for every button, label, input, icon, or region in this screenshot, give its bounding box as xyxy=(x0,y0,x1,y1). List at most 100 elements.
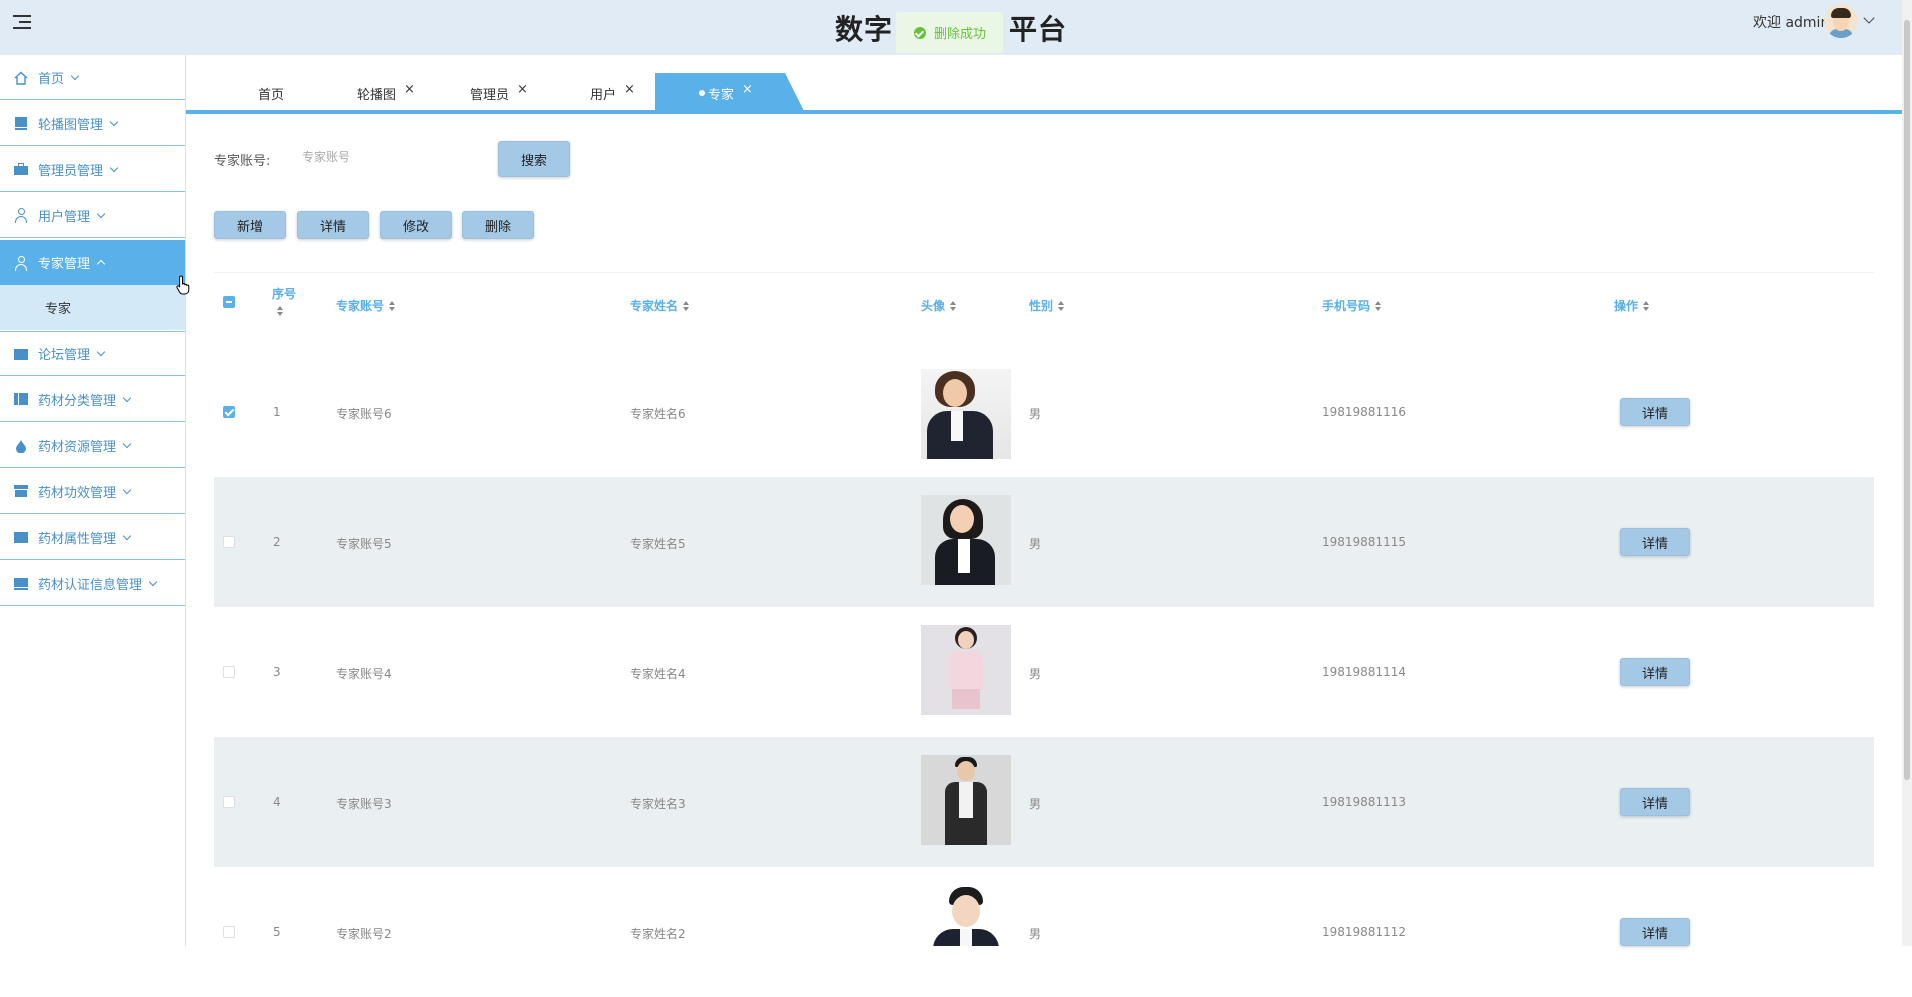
sidebar-item-label: 论坛管理 xyxy=(38,348,91,363)
folder-icon xyxy=(14,347,28,361)
sidebar-item-herb-efficacy[interactable]: 药材功效管理 xyxy=(0,469,185,514)
sort-icon[interactable] xyxy=(389,300,396,311)
monitor-icon xyxy=(14,576,28,590)
close-icon[interactable]: × xyxy=(624,82,635,97)
row-detail-button[interactable]: 详情 xyxy=(1620,918,1690,946)
chevron-down-icon xyxy=(122,439,132,448)
tab-home[interactable]: 首页 xyxy=(258,73,284,113)
chevron-down-icon xyxy=(96,209,106,218)
column-header-index[interactable]: 序号 xyxy=(272,285,296,316)
image-icon xyxy=(14,116,28,130)
close-icon[interactable]: × xyxy=(742,82,753,97)
search-label: 专家账号: xyxy=(214,154,271,169)
chevron-down-icon xyxy=(109,117,119,126)
hand-cursor-icon xyxy=(176,275,192,299)
row-detail-button[interactable]: 详情 xyxy=(1620,398,1690,426)
row-checkbox[interactable] xyxy=(223,666,235,678)
tab-user[interactable]: 用户 × xyxy=(590,73,635,113)
close-icon[interactable]: × xyxy=(517,82,528,97)
column-header-account[interactable]: 专家账号 xyxy=(336,297,396,314)
select-all-checkbox[interactable] xyxy=(223,296,235,308)
row-phone: 19819881113 xyxy=(1322,795,1406,809)
sidebar-subitem-expert[interactable]: 专家 xyxy=(0,285,185,330)
row-checkbox[interactable] xyxy=(223,796,235,808)
active-dot-icon xyxy=(699,90,705,96)
sort-icon[interactable] xyxy=(1643,300,1650,311)
chevron-down-icon xyxy=(70,71,80,80)
sort-icon[interactable] xyxy=(277,306,283,316)
row-index: 5 xyxy=(273,925,281,939)
sidebar-item-label: 专家管理 xyxy=(38,257,91,272)
column-label: 头像 xyxy=(921,299,946,313)
table-row[interactable]: 5 专家账号2 专家姓名2 男 19819881112 详情 xyxy=(214,867,1874,997)
sidebar-item-experts[interactable]: 专家管理 xyxy=(0,240,185,285)
sidebar-item-home[interactable]: 首页 xyxy=(0,55,185,100)
row-account: 专家账号5 xyxy=(336,537,392,551)
tab-label: 专家 xyxy=(708,87,735,103)
row-account: 专家账号3 xyxy=(336,797,392,811)
edit-button[interactable]: 修改 xyxy=(380,211,452,239)
row-gender: 男 xyxy=(1029,407,1042,421)
sort-icon[interactable] xyxy=(1375,300,1382,311)
column-header-gender[interactable]: 性别 xyxy=(1029,297,1065,314)
sort-icon[interactable] xyxy=(683,300,690,311)
row-detail-button[interactable]: 详情 xyxy=(1620,528,1690,556)
scrollbar-thumb[interactable] xyxy=(1904,20,1910,780)
row-detail-button[interactable]: 详情 xyxy=(1620,658,1690,686)
sidebar-item-herb-certification[interactable]: 药材认证信息管理 xyxy=(0,561,185,606)
search-button[interactable]: 搜索 xyxy=(498,141,570,177)
success-toast: 删除成功 xyxy=(896,12,1003,53)
row-name: 专家姓名3 xyxy=(630,797,686,811)
avatar[interactable] xyxy=(1824,4,1858,38)
expert-photo xyxy=(921,885,1011,946)
column-header-name[interactable]: 专家姓名 xyxy=(630,297,690,314)
sidebar-item-label: 首页 xyxy=(38,71,65,87)
chevron-down-icon xyxy=(122,393,132,402)
sidebar-item-label: 药材功效管理 xyxy=(38,485,117,501)
sidebar-item-carousel[interactable]: 轮播图管理 xyxy=(0,101,185,146)
row-phone: 19819881115 xyxy=(1322,535,1406,549)
sidebar-item-herb-category[interactable]: 药材分类管理 xyxy=(0,377,185,422)
close-icon[interactable]: × xyxy=(404,82,415,97)
chevron-down-icon xyxy=(148,577,158,586)
add-button[interactable]: 新增 xyxy=(214,211,286,239)
sidebar-item-label: 用户管理 xyxy=(38,209,91,225)
search-input[interactable] xyxy=(292,142,502,172)
expert-photo xyxy=(921,495,1011,585)
tab-carousel[interactable]: 轮播图 × xyxy=(357,73,415,113)
sidebar-item-herb-attribute[interactable]: 药材属性管理 xyxy=(0,515,185,560)
sidebar-item-herb-resource[interactable]: 药材资源管理 xyxy=(0,423,185,468)
row-index: 4 xyxy=(273,795,281,809)
sidebar-item-admins[interactable]: 管理员管理 xyxy=(0,147,185,192)
delete-button[interactable]: 删除 xyxy=(462,211,534,239)
column-header-avatar[interactable]: 头像 xyxy=(921,297,957,314)
drop-icon xyxy=(14,438,28,454)
column-label: 性别 xyxy=(1029,299,1054,313)
tab-expert[interactable]: 专家 × xyxy=(699,73,753,113)
tab-label: 首页 xyxy=(258,87,285,103)
sidebar-item-users[interactable]: 用户管理 xyxy=(0,193,185,238)
row-checkbox[interactable] xyxy=(223,926,235,938)
sidebar-item-forum[interactable]: 论坛管理 xyxy=(0,331,185,376)
sort-icon[interactable] xyxy=(1058,300,1065,311)
detail-button[interactable]: 详情 xyxy=(297,211,369,239)
tab-admin[interactable]: 管理员 × xyxy=(470,73,528,113)
table-row[interactable]: 2 专家账号5 专家姓名5 男 19819881115 详情 xyxy=(214,477,1874,607)
row-index: 1 xyxy=(273,405,281,419)
column-header-actions[interactable]: 操作 xyxy=(1614,297,1650,314)
row-gender: 男 xyxy=(1029,537,1042,551)
row-checkbox[interactable] xyxy=(223,406,235,418)
row-detail-button[interactable]: 详情 xyxy=(1620,788,1690,816)
sort-icon[interactable] xyxy=(950,300,957,311)
table-row[interactable]: 1 专家账号6 专家姓名6 男 19819881116 详情 xyxy=(214,347,1874,477)
row-checkbox[interactable] xyxy=(223,536,235,548)
row-account: 专家账号2 xyxy=(336,927,392,941)
tab-label: 轮播图 xyxy=(357,87,397,103)
table-row[interactable]: 4 专家账号3 专家姓名3 男 19819881113 详情 xyxy=(214,737,1874,867)
row-gender: 男 xyxy=(1029,667,1042,681)
table-row[interactable]: 3 专家账号4 专家姓名4 男 19819881114 详情 xyxy=(214,607,1874,737)
row-name: 专家姓名4 xyxy=(630,667,686,681)
welcome-text: 欢迎 admin xyxy=(1753,15,1830,31)
expert-photo xyxy=(921,755,1011,845)
column-header-phone[interactable]: 手机号码 xyxy=(1322,297,1382,314)
